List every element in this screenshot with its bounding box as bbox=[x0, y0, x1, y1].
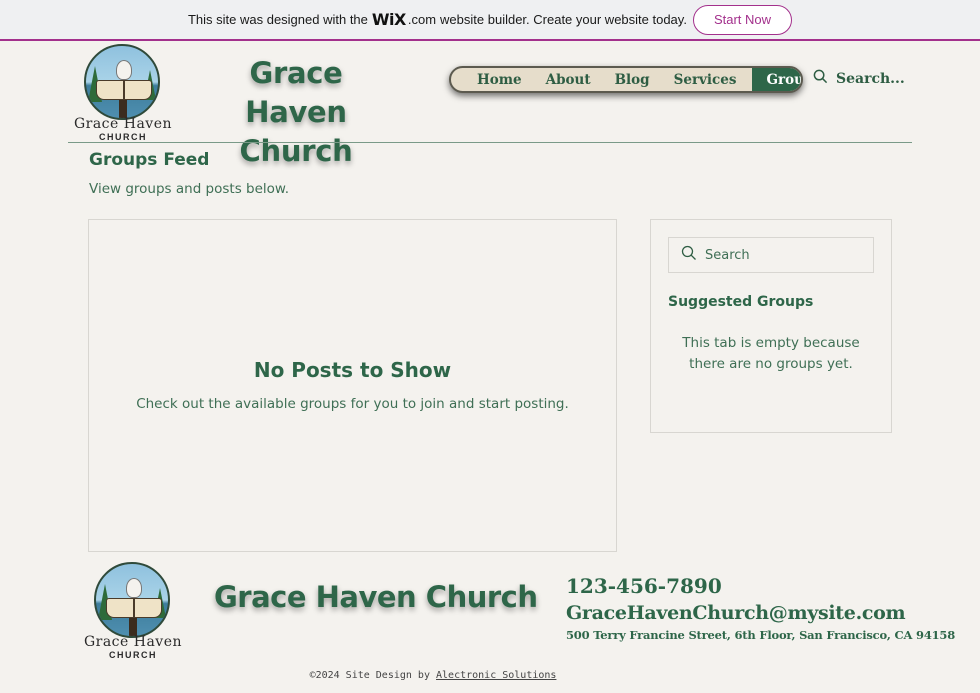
wix-banner-text-before: This site was designed with the bbox=[187, 12, 368, 27]
wix-banner-text: This site was designed with the WiX .com… bbox=[188, 10, 687, 29]
page-subtitle: View groups and posts below. bbox=[89, 181, 290, 197]
bible-icon bbox=[106, 598, 162, 618]
suggested-groups-title: Suggested Groups bbox=[668, 294, 814, 310]
nav-item-groups[interactable]: Groups bbox=[752, 68, 801, 91]
wix-logo-suffix: .com bbox=[407, 12, 437, 27]
bible-icon bbox=[96, 80, 152, 100]
site-search[interactable]: Search... bbox=[813, 69, 905, 89]
footer-address: 500 Terry Francine Street, 6th Floor, Sa… bbox=[566, 628, 956, 642]
page-title: Groups Feed bbox=[89, 150, 210, 170]
groups-search-input[interactable]: Search bbox=[668, 237, 874, 273]
site-title[interactable]: Grace Haven Church bbox=[196, 54, 396, 171]
header-divider bbox=[68, 142, 912, 143]
credit-link[interactable]: Alectronic Solutions bbox=[436, 670, 556, 681]
search-icon bbox=[813, 69, 828, 89]
groups-search-placeholder: Search bbox=[705, 247, 750, 263]
logo-text-name: Grace Haven bbox=[73, 116, 173, 132]
copyright-text: ©2024 Site Design by bbox=[309, 670, 430, 681]
wix-logo: WiX bbox=[371, 10, 406, 29]
footer-phone[interactable]: 123-456-7890 bbox=[566, 574, 722, 598]
site-search-label: Search... bbox=[836, 71, 905, 87]
copyright: ©2024 Site Design by Alectronic Solution… bbox=[0, 670, 866, 681]
dove-icon bbox=[126, 578, 142, 598]
empty-feed-title: No Posts to Show bbox=[253, 358, 452, 382]
logo-emblem bbox=[84, 44, 160, 120]
nav-item-services[interactable]: Services bbox=[662, 68, 749, 91]
wix-banner-text-after: website builder. Create your website tod… bbox=[440, 12, 687, 27]
footer-email[interactable]: GraceHavenChurch@mysite.com bbox=[566, 602, 906, 624]
empty-feed-text: Check out the available groups for you t… bbox=[136, 396, 569, 412]
posts-feed: No Posts to Show Check out the available… bbox=[88, 219, 617, 552]
nav-item-blog[interactable]: Blog bbox=[603, 68, 662, 91]
dove-icon bbox=[116, 60, 132, 80]
search-icon bbox=[681, 245, 697, 266]
site-title-line2: Church bbox=[239, 134, 353, 168]
nav-item-about[interactable]: About bbox=[534, 68, 603, 91]
start-now-button[interactable]: Start Now bbox=[692, 4, 793, 35]
footer-logo[interactable]: Grace Haven CHURCH bbox=[78, 562, 188, 662]
logo-text-church: CHURCH bbox=[99, 132, 147, 142]
nav-item-home[interactable]: Home bbox=[465, 68, 534, 91]
footer-title: Grace Haven Church bbox=[214, 580, 538, 614]
wix-banner: This site was designed with the WiX .com… bbox=[0, 0, 980, 41]
groups-sidebar: Search Suggested Groups This tab is empt… bbox=[650, 219, 892, 433]
logo-text-name: Grace Haven bbox=[83, 634, 183, 650]
site-title-line1: Grace Haven bbox=[245, 56, 347, 129]
main-nav: Home About Blog Services Groups bbox=[449, 66, 803, 93]
header-logo[interactable]: Grace Haven CHURCH bbox=[68, 44, 178, 144]
suggested-groups-empty-text: This tab is empty because there are no g… bbox=[682, 335, 860, 372]
logo-emblem bbox=[94, 562, 170, 638]
logo-text-church: CHURCH bbox=[109, 650, 157, 660]
